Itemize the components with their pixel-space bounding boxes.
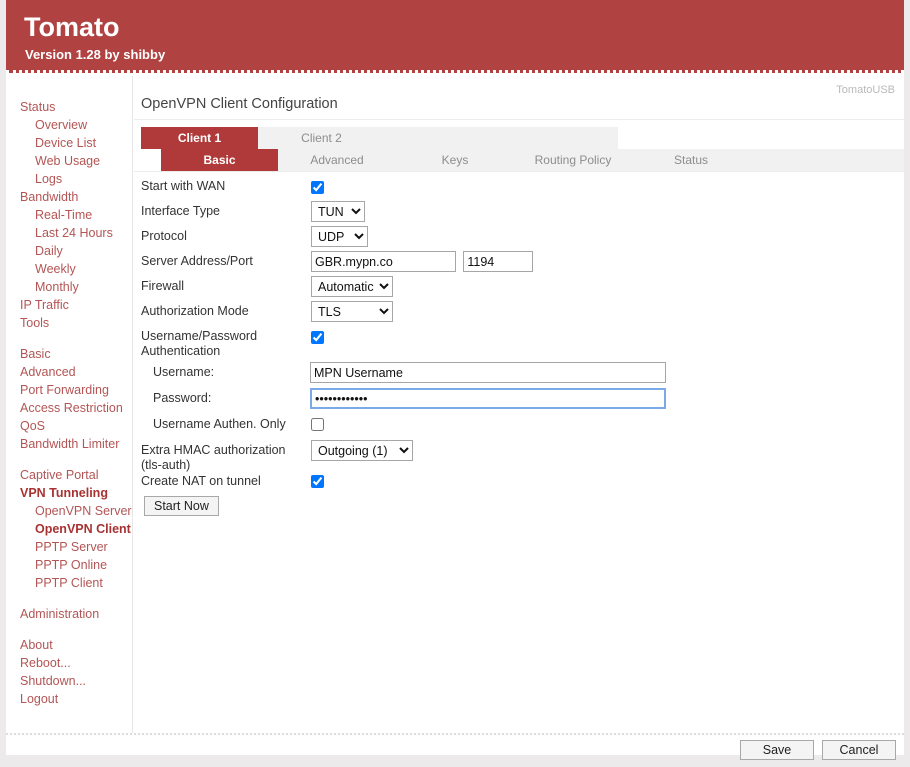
sidebar-item-advanced[interactable]: Advanced	[6, 363, 132, 381]
sidebar-item-openvpn-server[interactable]: OpenVPN Server	[6, 502, 132, 520]
sidebar-item-overview[interactable]: Overview	[6, 116, 132, 134]
extra-hmac-select[interactable]: DisabledBi-directionalIncoming (0)Outgoi…	[311, 440, 413, 461]
sidebar-item-bandwidth[interactable]: Bandwidth	[6, 188, 132, 206]
username-only-label: Username Authen. Only	[153, 417, 286, 431]
client-tabs: Client 1 Client 2	[141, 127, 385, 149]
sidebar-item-daily[interactable]: Daily	[6, 242, 132, 260]
password-input[interactable]	[310, 388, 666, 409]
row-userpass-auth: Username/Password Authentication	[141, 326, 901, 362]
row-firewall: Firewall AutomaticExternal onlyCustomDis…	[141, 276, 901, 301]
sidebar-item-about[interactable]: About	[6, 636, 132, 654]
tab-routing-policy[interactable]: Routing Policy	[514, 149, 632, 171]
firewall-label: Firewall	[141, 279, 185, 293]
tab-basic[interactable]: Basic	[161, 149, 278, 171]
footer-bar: Save Cancel	[6, 735, 904, 760]
tab-keys[interactable]: Keys	[396, 149, 514, 171]
tab-client-2[interactable]: Client 2	[258, 127, 385, 149]
server-address-input[interactable]	[311, 251, 456, 272]
page-title: OpenVPN Client Configuration	[141, 96, 338, 112]
sidebar-item-port-forwarding[interactable]: Port Forwarding	[6, 381, 132, 399]
username-authen-only-checkbox[interactable]	[311, 418, 324, 432]
app-title: Tomato	[24, 12, 120, 42]
cancel-button[interactable]: Cancel	[822, 740, 896, 760]
title-divider	[134, 119, 904, 120]
sidebar-top-spacer	[6, 76, 132, 98]
sidebar-item-basic[interactable]: Basic	[6, 345, 132, 363]
password-label: Password:	[153, 391, 212, 405]
sidebar-item-access-restriction[interactable]: Access Restriction	[6, 399, 132, 417]
sidebar-item-device-list[interactable]: Device List	[6, 134, 132, 152]
row-start-with-wan: Start with WAN	[141, 176, 901, 201]
firewall-select[interactable]: AutomaticExternal onlyCustomDisabled	[311, 276, 393, 297]
row-create-nat: Create NAT on tunnel	[141, 471, 901, 496]
save-button[interactable]: Save	[740, 740, 814, 760]
row-extra-hmac: Extra HMAC authorization (tls-auth) Disa…	[141, 440, 901, 472]
app-version-subtitle: Version 1.28 by shibby	[25, 47, 166, 62]
firmware-brand-label: TomatoUSB	[836, 84, 895, 96]
sidebar-item-web-usage[interactable]: Web Usage	[6, 152, 132, 170]
server-address-port-label: Server Address/Port	[141, 254, 253, 268]
row-username-only: Username Authen. Only	[141, 414, 901, 440]
app-header-banner: Tomato Version 1.28 by shibby	[6, 0, 904, 73]
sidebar-item-bandwidth-limiter[interactable]: Bandwidth Limiter	[6, 435, 132, 453]
sidebar-item-openvpn-client[interactable]: OpenVPN Client	[6, 520, 132, 538]
sidebar-item-status[interactable]: Status	[6, 98, 132, 116]
sidebar-item-administration[interactable]: Administration	[6, 605, 132, 623]
tab-advanced[interactable]: Advanced	[278, 149, 396, 171]
authorization-mode-select[interactable]: TLSStatic KeyCustom	[311, 301, 393, 322]
sidebar-item-vpn-tunneling[interactable]: VPN Tunneling	[6, 484, 132, 502]
authorization-mode-label: Authorization Mode	[141, 304, 249, 318]
sidebar-item-logout[interactable]: Logout	[6, 690, 132, 708]
sidebar-nav-list: Status Overview Device List Web Usage Logs Ba…	[6, 98, 132, 708]
username-input[interactable]	[310, 362, 666, 383]
userpass-auth-checkbox[interactable]	[311, 331, 324, 345]
create-nat-checkbox[interactable]	[311, 475, 324, 489]
sidebar-item-logs[interactable]: Logs	[6, 170, 132, 188]
protocol-label: Protocol	[141, 229, 187, 243]
row-interface-type: Interface Type TUNTAP	[141, 201, 901, 226]
tab-client-1[interactable]: Client 1	[141, 127, 258, 149]
sidebar-item-real-time[interactable]: Real-Time	[6, 206, 132, 224]
openvpn-client-form: Start with WAN Interface Type TUNTAP Pro…	[141, 176, 901, 524]
sidebar-item-qos[interactable]: QoS	[6, 417, 132, 435]
main-content: TomatoUSB OpenVPN Client Configuration C…	[134, 76, 904, 733]
sidebar-item-reboot[interactable]: Reboot...	[6, 654, 132, 672]
row-server-address-port: Server Address/Port	[141, 251, 901, 276]
sidebar-item-tools[interactable]: Tools	[6, 314, 132, 332]
start-with-wan-checkbox[interactable]	[311, 181, 324, 195]
server-port-input[interactable]	[463, 251, 534, 272]
sidebar-item-pptp-client[interactable]: PPTP Client	[6, 574, 132, 592]
interface-type-label: Interface Type	[141, 204, 220, 218]
tabs-divider	[134, 171, 904, 172]
sidebar-item-pptp-online[interactable]: PPTP Online	[6, 556, 132, 574]
sidebar-item-pptp-server[interactable]: PPTP Server	[6, 538, 132, 556]
row-protocol: Protocol UDPTCP	[141, 226, 901, 251]
sidebar-item-shutdown[interactable]: Shutdown...	[6, 672, 132, 690]
row-start-now: Start Now	[141, 496, 901, 524]
section-tabs: Basic Advanced Keys Routing Policy Status	[161, 149, 750, 171]
userpass-auth-label: Username/Password Authentication	[141, 329, 258, 358]
sidebar-item-captive-portal[interactable]: Captive Portal	[6, 466, 132, 484]
sidebar-item-monthly[interactable]: Monthly	[6, 278, 132, 296]
row-username: Username:	[141, 362, 901, 388]
sidebar-item-weekly[interactable]: Weekly	[6, 260, 132, 278]
create-nat-label: Create NAT on tunnel	[141, 474, 261, 488]
extra-hmac-label: Extra HMAC authorization (tls-auth)	[141, 443, 286, 472]
row-authorization-mode: Authorization Mode TLSStatic KeyCustom	[141, 301, 901, 326]
row-password: Password:	[141, 388, 901, 414]
tab-status[interactable]: Status	[632, 149, 750, 171]
start-with-wan-label: Start with WAN	[141, 179, 226, 193]
sidebar-item-last-24-hours[interactable]: Last 24 Hours	[6, 224, 132, 242]
start-now-button[interactable]: Start Now	[144, 496, 219, 516]
router-admin-page: Tomato Version 1.28 by shibby Status Over…	[6, 0, 904, 760]
sidebar-nav: Status Overview Device List Web Usage Logs Ba…	[6, 76, 133, 733]
username-label: Username:	[153, 365, 215, 379]
protocol-select[interactable]: UDPTCP	[311, 226, 368, 247]
interface-type-select[interactable]: TUNTAP	[311, 201, 365, 222]
sidebar-item-ip-traffic[interactable]: IP Traffic	[6, 296, 132, 314]
